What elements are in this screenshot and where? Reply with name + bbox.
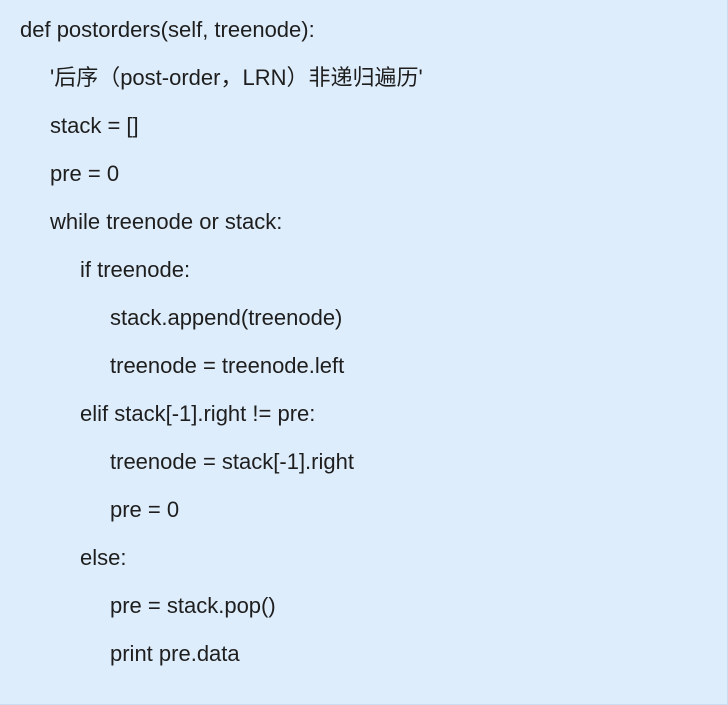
code-line-pre-reset: pre = 0 xyxy=(110,497,180,522)
code-line-pop: pre = stack.pop() xyxy=(110,593,276,618)
code-block: def postorders(self, treenode): '后序（post… xyxy=(0,0,728,705)
code-line-stack-init: stack = [] xyxy=(50,113,139,138)
code-line-print: print pre.data xyxy=(110,641,240,666)
code-line-go-left: treenode = treenode.left xyxy=(110,353,345,378)
code-line-while: while treenode or stack: xyxy=(50,209,283,234)
code-line-if: if treenode: xyxy=(80,257,191,282)
code-line-def: def postorders(self, treenode): xyxy=(20,17,315,42)
code-line-elif: elif stack[-1].right != pre: xyxy=(80,401,316,426)
code-line-else: else: xyxy=(80,545,127,570)
code-line-append: stack.append(treenode) xyxy=(110,305,343,330)
code-line-go-right: treenode = stack[-1].right xyxy=(110,449,354,474)
code-line-docstring: '后序（post-order，LRN）非递归遍历' xyxy=(50,65,423,90)
code-line-pre-init: pre = 0 xyxy=(50,161,120,186)
